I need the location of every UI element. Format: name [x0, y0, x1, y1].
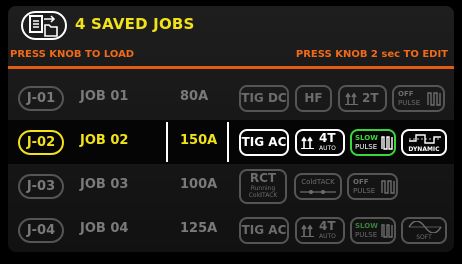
- job-row-3[interactable]: J-03 JOB 03 100A RCT Running ColdTACK Co…: [8, 164, 454, 208]
- sine-wave-icon: [408, 221, 442, 233]
- process-sub2: ColdTACK: [248, 192, 278, 199]
- column-separator: [227, 122, 229, 162]
- header: 4 SAVED JOBS: [8, 6, 454, 44]
- process-sub1: Running: [250, 185, 276, 192]
- saved-jobs-icon: [21, 11, 67, 40]
- trigger-badge: 4T AUTO: [295, 217, 345, 244]
- job-row-4[interactable]: J-04 JOB 04 125A TIG AC 4T AUTO SLOW PUL…: [8, 208, 454, 252]
- mode-label: ColdTACK: [301, 178, 335, 186]
- process-label: RCT: [249, 171, 277, 185]
- pulse-top: SLOW: [355, 222, 378, 230]
- trigger-label: 4T: [319, 219, 336, 233]
- process-badge: RCT Running ColdTACK: [239, 169, 287, 204]
- pulse-top: OFF: [398, 90, 414, 98]
- pulse-badge: SLOW PULSE: [350, 129, 396, 156]
- wave-badge: DYNAMIC: [401, 129, 447, 156]
- job-name: JOB 04: [80, 221, 129, 236]
- job-id: J-02: [18, 130, 64, 155]
- hint-row: PRESS KNOB TO LOAD PRESS KNOB 2 sec TO E…: [8, 49, 454, 63]
- pulse-wave-icon: [381, 179, 395, 194]
- pulse-top: SLOW: [355, 134, 378, 142]
- trigger-badge: 2T: [338, 85, 387, 112]
- column-separator: [166, 122, 168, 162]
- pulse-badge: SLOW PULSE: [350, 217, 396, 244]
- trigger-icon: [301, 136, 315, 149]
- job-row-2[interactable]: J-02 JOB 02 150A TIG AC 4T AUTO SLOW PUL…: [8, 120, 454, 164]
- trigger-icon: [345, 92, 359, 105]
- page-title: 4 SAVED JOBS: [75, 15, 195, 33]
- process-badge: TIG AC: [239, 217, 289, 244]
- trigger-sub: AUTO: [319, 233, 336, 240]
- dynamic-wave-icon: [408, 133, 442, 145]
- edit-hint: PRESS KNOB 2 sec TO EDIT: [295, 49, 448, 60]
- job-amperage: 125A: [180, 221, 218, 236]
- job-name: JOB 02: [80, 133, 129, 148]
- pulse-wave-icon: [427, 91, 441, 106]
- job-id: J-04: [18, 218, 64, 243]
- pulse-wave-icon: [381, 135, 393, 150]
- header-divider: [8, 66, 454, 69]
- mode-badge: ColdTACK: [294, 173, 342, 200]
- pulse-bottom: PULSE: [355, 231, 378, 239]
- job-name: JOB 03: [80, 177, 129, 192]
- job-id: J-03: [18, 174, 64, 199]
- pulse-wave-icon: [381, 223, 393, 238]
- process-badge: TIG DC: [239, 85, 289, 112]
- job-list-screen: 4 SAVED JOBS PRESS KNOB TO LOAD PRESS KN…: [8, 6, 454, 252]
- wave-label: DYNAMIC: [408, 146, 440, 153]
- trigger-label: 2T: [362, 91, 379, 105]
- coldtack-icon: [299, 188, 337, 196]
- job-name: JOB 01: [80, 89, 129, 104]
- wave-badge: SOFT: [401, 217, 447, 244]
- job-id: J-01: [18, 86, 64, 111]
- start-badge: HF: [295, 85, 332, 112]
- trigger-badge: 4T AUTO: [295, 129, 345, 156]
- pulse-bottom: PULSE: [353, 187, 376, 195]
- pulse-bottom: PULSE: [355, 143, 378, 151]
- job-amperage: 150A: [180, 133, 218, 148]
- load-hint: PRESS KNOB TO LOAD: [10, 49, 135, 60]
- wave-label: SOFT: [416, 234, 432, 241]
- process-badge: TIG AC: [239, 129, 289, 156]
- pulse-top: OFF: [353, 178, 369, 186]
- trigger-sub: AUTO: [319, 145, 336, 152]
- trigger-label: 4T: [319, 131, 336, 145]
- job-amperage: 80A: [180, 89, 209, 104]
- pulse-badge: OFF PULSE: [392, 85, 445, 112]
- pulse-badge: OFF PULSE: [347, 173, 398, 200]
- pulse-bottom: PULSE: [398, 99, 421, 107]
- job-amperage: 100A: [180, 177, 218, 192]
- job-row-1[interactable]: J-01 JOB 01 80A TIG DC HF 2T OFF PULSE: [8, 76, 454, 120]
- trigger-icon: [301, 224, 315, 237]
